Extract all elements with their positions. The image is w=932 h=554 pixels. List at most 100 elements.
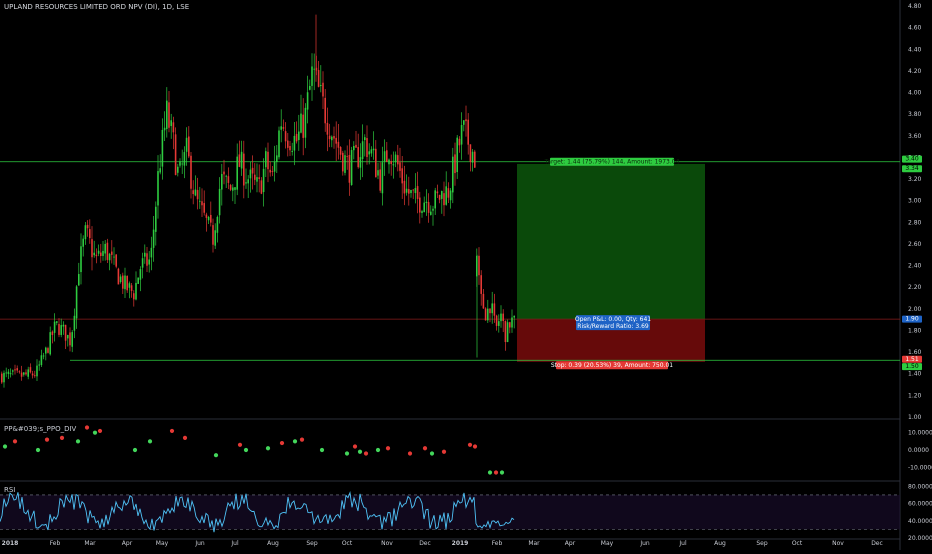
candle-body: [82, 238, 84, 247]
y-tick-label: 4.80: [908, 3, 922, 10]
candle-body: [161, 129, 164, 167]
x-tick-label: Nov: [381, 540, 393, 547]
price-tag-stop-a-text: 1.51: [905, 356, 919, 363]
candle-body: [498, 321, 500, 326]
candle-body: [183, 152, 186, 166]
candle-body: [27, 369, 29, 377]
candle-body: [152, 229, 155, 248]
y-tick-label: 3.20: [908, 176, 922, 183]
x-tick-label: Jul: [230, 540, 239, 547]
candle-body: [381, 162, 384, 194]
candle-body: [86, 224, 89, 229]
candle-body: [51, 331, 54, 335]
candle-body: [234, 187, 236, 190]
candle-body: [357, 147, 359, 168]
candle-body: [504, 320, 507, 343]
y-tick-label: 3.80: [908, 111, 922, 118]
candle-body: [311, 66, 313, 86]
ppo-divergence-point: [147, 439, 153, 444]
ppo-divergence-point: [237, 442, 243, 447]
ppo-divergence-point: [499, 470, 505, 475]
candle-body: [95, 254, 98, 257]
ppo-divergence-point: [292, 439, 298, 444]
candle-body: [172, 122, 175, 133]
candle-body: [447, 188, 450, 198]
rsi-band: [0, 494, 900, 530]
price-tag-target-b-text: 3.34: [905, 165, 919, 172]
candle-body: [159, 168, 161, 173]
candle-body: [47, 348, 49, 353]
candle-body: [108, 253, 111, 261]
candle-body: [232, 187, 234, 191]
candle-body: [306, 92, 309, 110]
candle-body: [502, 313, 504, 321]
x-tick-label: Jun: [194, 540, 205, 547]
candle-body: [282, 127, 285, 129]
ppo-divergence-point: [344, 451, 350, 456]
y-tick-label: 2.80: [908, 219, 922, 226]
candle-body: [471, 151, 474, 163]
ppo-divergence-point: [319, 447, 325, 453]
candle-body: [25, 372, 27, 375]
candle-body: [34, 375, 36, 377]
candle-body: [491, 303, 493, 314]
chart-canvas[interactable]: 2018 Feb Mar Apr May Jun Jul Aug Sep Oct Nov Dec 201…: [0, 0, 932, 550]
candle-body: [102, 250, 104, 256]
candle-body: [452, 156, 454, 193]
ppo-divergence-point: [12, 439, 18, 444]
price-tag-entry: 1.90: [902, 315, 922, 323]
candle-body: [425, 201, 428, 204]
candle-body: [119, 276, 122, 283]
candle-body: [280, 126, 282, 130]
candle-body: [326, 122, 329, 135]
candle-body: [91, 239, 93, 258]
candle-body: [1, 373, 3, 383]
candle-body: [487, 308, 489, 321]
candle-body: [458, 138, 461, 146]
x-tick-label: Mar: [528, 540, 540, 547]
candle-body: [271, 171, 274, 172]
candle-body: [427, 202, 430, 213]
candle-body: [227, 176, 230, 183]
x-tick-label: Oct: [792, 540, 803, 547]
ppo-divergence-point: [352, 444, 358, 449]
candle-body: [256, 177, 258, 182]
candle-body: [320, 85, 322, 87]
candle-body: [214, 230, 216, 246]
x-tick-label: 2018: [2, 540, 19, 547]
candle-body: [240, 151, 243, 169]
y-tick-label: 4.20: [908, 68, 922, 75]
candle-body: [465, 119, 467, 122]
rsi-y-tick-label: 80.0000: [908, 483, 932, 490]
y-tick-label: 3.60: [908, 133, 922, 140]
candle-body: [69, 332, 71, 346]
candle-body: [128, 283, 131, 288]
candle-body: [414, 188, 417, 194]
ppo-divergence-point: [467, 442, 473, 447]
candle-body: [423, 202, 425, 213]
candle-body: [199, 200, 201, 202]
rsi-y-tick-label: 60.0000: [908, 501, 932, 508]
ppo-divergence-point: [472, 444, 478, 449]
target-label: Target: 1.44 (75.79%) 144, Amount: 1973.…: [544, 157, 680, 166]
candle-body: [379, 169, 381, 191]
candle-body: [205, 214, 208, 218]
ppo-divergence-point: [169, 428, 175, 434]
ppo-divergence-point: [363, 451, 369, 456]
price-tag-entry-text: 1.90: [905, 316, 919, 323]
candle-body: [430, 211, 432, 215]
candle-body: [287, 140, 289, 148]
candle-body: [130, 285, 133, 291]
ppo-divergence-point: [35, 447, 41, 453]
x-tick-label: Apr: [122, 540, 133, 547]
candle-body: [221, 174, 223, 190]
candle-body: [56, 321, 58, 323]
candle-body: [513, 315, 515, 318]
candle-body: [350, 150, 353, 186]
target-zone: [517, 163, 705, 320]
y-tick-label: 4.40: [908, 46, 922, 53]
chart-stage[interactable]: 2018 Feb Mar Apr May Jun Jul Aug Sep Oct Nov Dec 201…: [0, 0, 932, 550]
candle-body: [179, 161, 181, 166]
candle-body: [31, 373, 34, 376]
x-tick-label: Jul: [678, 540, 687, 547]
